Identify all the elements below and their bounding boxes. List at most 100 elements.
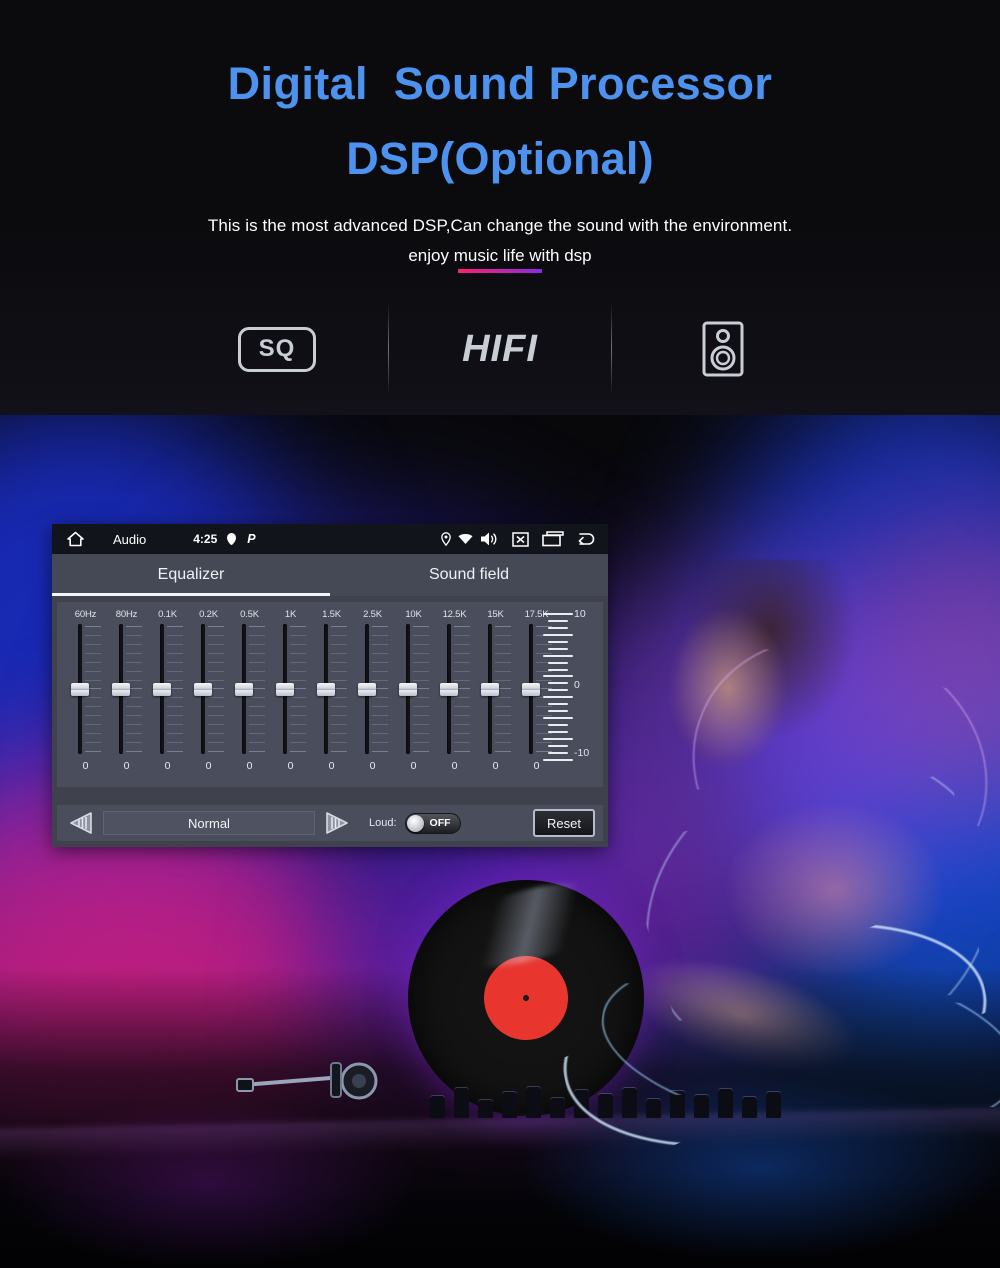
eq-slider-knob[interactable] [357,683,376,696]
eq-band: 60Hz 0 [65,609,106,772]
eq-band-label: 12.5K [442,609,467,620]
eq-band: 0.5K 0 [229,609,270,772]
eq-slider-knob[interactable] [70,683,89,696]
badge-speaker [612,302,834,397]
reset-button[interactable]: Reset [533,809,595,837]
eq-band: 2.5K 0 [352,609,393,772]
location-pin-icon [441,532,451,546]
active-tab-indicator [52,593,330,596]
eq-band-label: 0.5K [240,609,259,620]
hero-underline-accent [458,268,543,273]
eq-band-value: 0 [533,760,540,772]
status-bar-right [441,531,596,547]
loud-toggle[interactable]: OFF [404,812,461,834]
eq-band-slider[interactable] [435,624,475,754]
eq-band-value: 0 [492,760,499,772]
eq-band: 15K 0 [475,609,516,772]
clock-time: 4:25 [193,532,218,546]
eq-band-value: 0 [328,760,335,772]
eq-band: 10K 0 [393,609,434,772]
eq-band-label: 1K [284,609,297,620]
eq-band-slider[interactable] [476,624,516,754]
eq-band-label: 15K [487,609,504,620]
volume-icon[interactable] [480,531,499,547]
eq-slider-knob[interactable] [439,683,458,696]
tab-sound-field-label: Sound field [428,566,510,583]
eq-band: 1K 0 [270,609,311,772]
eq-band-slider[interactable] [66,624,106,754]
feature-badges: SQ HIFI [0,302,1000,397]
eq-band-value: 0 [451,760,458,772]
preset-value: Normal [188,815,230,831]
eq-band-label: 0.1K [158,609,177,620]
tab-bar: Equalizer Sound field [52,554,608,596]
eq-slider-knob[interactable] [480,683,499,696]
eq-band-slider[interactable] [230,624,270,754]
preset-field[interactable]: Normal [103,811,315,835]
eq-slider-knob[interactable] [521,683,540,696]
db-label-top: 10 [574,608,586,620]
eq-band-label: 2.5K [363,609,382,620]
eq-band-slider[interactable] [148,624,188,754]
db-label-bottom: -10 [574,747,590,759]
dsp-head-unit: Audio 4:25 P Equalizer Sound field 60Hz … [52,524,608,847]
turntable-tonearm [236,1062,378,1100]
app-title: Audio [113,531,147,547]
reset-button-label: Reset [547,815,581,831]
eq-slider-knob[interactable] [234,683,253,696]
eq-slider-knob[interactable] [398,683,417,696]
eq-control-bar: Normal Loud: OFF Reset [57,805,603,841]
hero-section: Digital Sound Processor DSP(Optional) Th… [0,0,1000,273]
eq-band-slider[interactable] [271,624,311,754]
eq-band-slider[interactable] [189,624,229,754]
status-bar: Audio 4:25 P [52,524,608,554]
park-indicator: P [247,532,256,546]
prev-preset-icon[interactable] [65,810,95,836]
db-scale-ticks [543,613,573,761]
equalizer-panel: 60Hz 0 80Hz 0 0.1K 0 0.2K 0 0.5K 0 1K 0 1.5K 0 2.5K 0 10… [57,602,603,787]
eq-band-label: 60Hz [74,609,97,620]
eq-slider-knob[interactable] [316,683,335,696]
eq-slider-knob[interactable] [152,683,171,696]
eq-band-label: 0.2K [199,609,218,620]
eq-band-label: 10K [405,609,422,620]
eq-band-value: 0 [123,760,130,772]
loud-toggle-state: OFF [429,817,451,829]
db-scale: 10 0 -10 [543,608,595,763]
eq-band: 12.5K 0 [434,609,475,772]
hero-description-line2: enjoy music life with dsp [408,245,592,265]
badge-hifi: HIFI [389,302,611,397]
tab-equalizer-label: Equalizer [157,566,225,583]
eq-band-label: 80Hz [115,609,138,620]
eq-slider-knob[interactable] [111,683,130,696]
close-box-icon[interactable] [512,531,529,547]
tab-equalizer[interactable]: Equalizer [52,554,330,596]
eq-band-value: 0 [246,760,253,772]
back-icon[interactable] [577,532,596,546]
eq-band: 0.1K 0 [147,609,188,772]
recents-icon[interactable] [542,531,564,547]
equalizer-bands: 60Hz 0 80Hz 0 0.1K 0 0.2K 0 0.5K 0 1K 0 1.5K 0 2.5K 0 10… [57,609,603,772]
eq-band-slider[interactable] [107,624,147,754]
speaker-icon [702,321,744,377]
eq-band-value: 0 [205,760,212,772]
eq-slider-knob[interactable] [275,683,294,696]
tab-sound-field[interactable]: Sound field [330,554,608,596]
eq-band-slider[interactable] [312,624,352,754]
eq-band-label: 1.5K [322,609,341,620]
eq-band: 0.2K 0 [188,609,229,772]
eq-band-value: 0 [410,760,417,772]
page-title: Digital Sound Processor [227,58,773,109]
eq-slider-knob[interactable] [193,683,212,696]
sq-label: SQ [258,335,296,362]
wifi-icon [458,533,473,545]
eq-band: 80Hz 0 [106,609,147,772]
eq-band-slider[interactable] [353,624,393,754]
badge-sq: SQ [166,302,388,397]
hero-description-line2-wrap: enjoy music life with dsp [408,245,592,273]
next-preset-icon[interactable] [323,810,353,836]
hifi-label: HIFI [462,327,538,370]
eq-band-value: 0 [369,760,376,772]
eq-band-slider[interactable] [394,624,434,754]
home-icon[interactable] [64,531,86,547]
